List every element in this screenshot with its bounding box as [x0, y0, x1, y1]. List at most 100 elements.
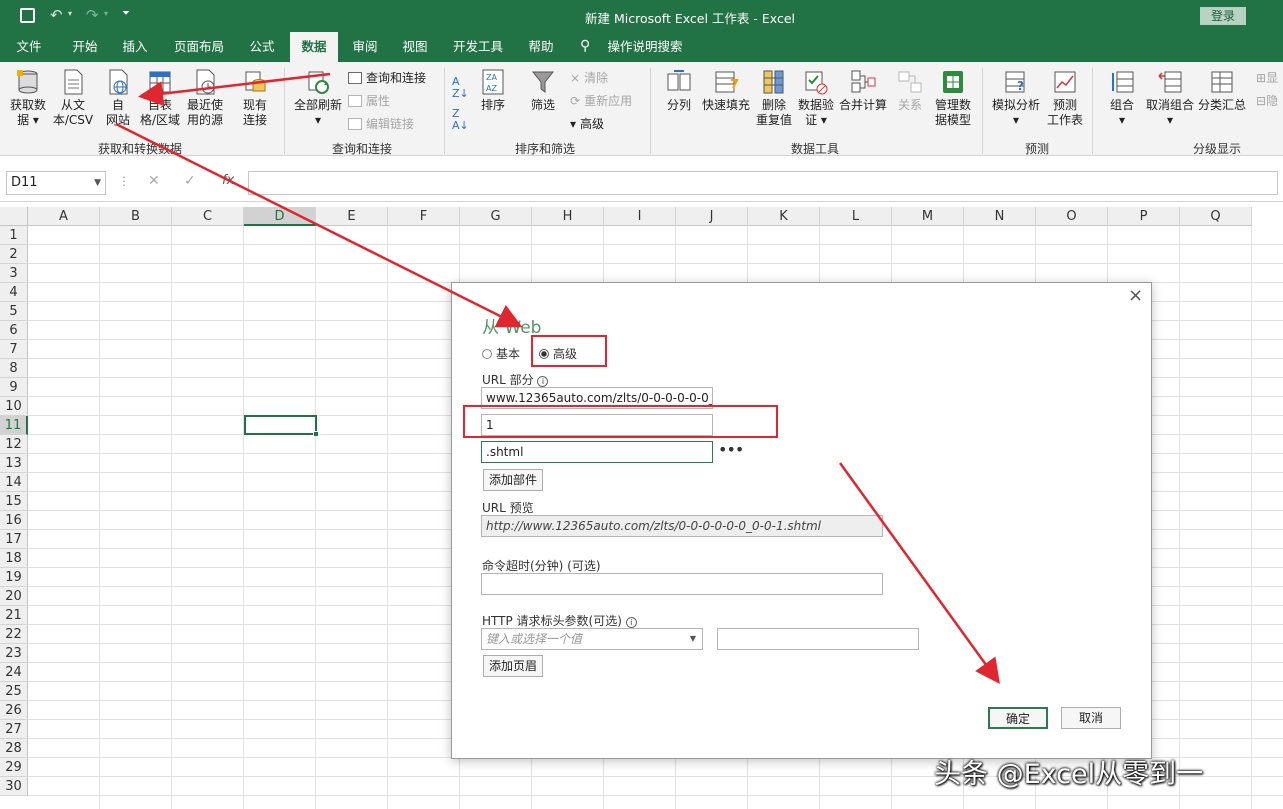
manage-data-model-button[interactable]: 管理数 据模型 — [930, 68, 976, 128]
login-button[interactable]: 登录 — [1200, 7, 1246, 25]
consolidate-button[interactable]: 合并计算 — [836, 68, 890, 113]
column-header-h[interactable]: H — [532, 207, 604, 226]
add-header-button[interactable]: 添加页眉 — [483, 655, 543, 677]
row-header-22[interactable]: 22 — [0, 625, 28, 644]
relationships-button[interactable]: 关系 — [890, 68, 930, 113]
row-header-3[interactable]: 3 — [0, 264, 28, 283]
sort-descending-button[interactable]: Z A↓ — [452, 108, 469, 132]
redo-icon[interactable]: ↷ — [86, 6, 99, 24]
column-header-n[interactable]: N — [964, 207, 1036, 226]
text-to-columns-button[interactable]: 分列 — [660, 68, 698, 113]
row-header-26[interactable]: 26 — [0, 701, 28, 720]
column-header-k[interactable]: K — [748, 207, 820, 226]
show-detail-button[interactable]: ⊞显 — [1256, 70, 1278, 86]
clear-filter-button[interactable]: ⨯ 清除 — [570, 70, 608, 86]
radio-basic[interactable]: 基本 — [482, 345, 520, 362]
row-header-14[interactable]: 14 — [0, 473, 28, 492]
column-header-a[interactable]: A — [28, 207, 100, 226]
row-header-12[interactable]: 12 — [0, 435, 28, 454]
column-header-o[interactable]: O — [1036, 207, 1108, 226]
tab-view[interactable]: 视图 — [392, 32, 438, 62]
from-web-button[interactable]: 自 网站 — [98, 68, 138, 128]
tab-review[interactable]: 审阅 — [342, 32, 388, 62]
flash-fill-button[interactable]: 快速填充 — [700, 68, 752, 113]
url-part-3[interactable]: .shtml — [481, 441, 713, 463]
from-table-range-button[interactable]: 自表 格/区域 — [136, 68, 184, 128]
column-header-l[interactable]: L — [820, 207, 892, 226]
tab-formulas[interactable]: 公式 — [240, 32, 284, 62]
group-button[interactable]: 组合 ▾ — [1104, 68, 1140, 128]
fill-handle[interactable] — [313, 431, 319, 437]
refresh-all-button[interactable]: 全部刷新 ▾ — [290, 68, 346, 128]
row-header-15[interactable]: 15 — [0, 492, 28, 511]
row-header-6[interactable]: 6 — [0, 321, 28, 340]
reapply-button[interactable]: ⟳ 重新应用 — [570, 93, 632, 109]
row-header-28[interactable]: 28 — [0, 739, 28, 758]
redo-dropdown-icon[interactable]: ▾ — [104, 9, 108, 18]
cancel-button[interactable]: 取消 — [1061, 707, 1121, 729]
undo-icon[interactable]: ↶ — [50, 6, 63, 24]
column-header-q[interactable]: Q — [1180, 207, 1252, 226]
from-text-csv-button[interactable]: 从文 本/CSV — [50, 68, 96, 128]
row-header-13[interactable]: 13 — [0, 454, 28, 473]
queries-connections-button[interactable]: 查询和连接 — [348, 70, 426, 86]
row-header-20[interactable]: 20 — [0, 587, 28, 606]
header-name-select[interactable]: 键入或选择一个值 ▼ — [481, 628, 703, 650]
tab-developer[interactable]: 开发工具 — [444, 32, 512, 62]
insert-function-icon[interactable]: fx — [222, 173, 234, 188]
filter-button[interactable]: 筛选 — [524, 68, 562, 113]
tell-me-search[interactable]: 操作说明搜索 — [600, 32, 690, 62]
select-all-corner[interactable] — [0, 207, 28, 226]
sort-ascending-button[interactable]: A Z↓ — [452, 76, 469, 100]
column-header-f[interactable]: F — [388, 207, 460, 226]
forecast-sheet-button[interactable]: 预测 工作表 — [1044, 68, 1086, 128]
row-header-1[interactable]: 1 — [0, 226, 28, 245]
row-header-21[interactable]: 21 — [0, 606, 28, 625]
row-header-27[interactable]: 27 — [0, 720, 28, 739]
row-header-9[interactable]: 9 — [0, 378, 28, 397]
column-header-i[interactable]: I — [604, 207, 676, 226]
name-box[interactable]: D11 ▼ — [6, 171, 106, 195]
advanced-filter-button[interactable]: ▾ 高级 — [570, 116, 604, 132]
column-header-c[interactable]: C — [172, 207, 244, 226]
row-header-23[interactable]: 23 — [0, 644, 28, 663]
selected-cell-d11[interactable] — [244, 415, 317, 435]
edit-links-button[interactable]: 编辑链接 — [348, 116, 414, 132]
row-header-2[interactable]: 2 — [0, 245, 28, 264]
column-header-p[interactable]: P — [1108, 207, 1180, 226]
row-header-10[interactable]: 10 — [0, 397, 28, 416]
column-header-g[interactable]: G — [460, 207, 532, 226]
ungroup-button[interactable]: 取消组合 ▾ — [1142, 68, 1198, 128]
column-header-j[interactable]: J — [676, 207, 748, 226]
tab-insert[interactable]: 插入 — [112, 32, 158, 62]
close-icon[interactable]: × — [1128, 285, 1143, 306]
header-value-input[interactable] — [717, 628, 919, 650]
row-header-25[interactable]: 25 — [0, 682, 28, 701]
row-header-16[interactable]: 16 — [0, 511, 28, 530]
undo-dropdown-icon[interactable]: ▾ — [68, 9, 72, 18]
row-header-7[interactable]: 7 — [0, 340, 28, 359]
customize-toolbar-icon[interactable]: ⏷ — [122, 8, 130, 19]
data-validation-button[interactable]: 数据验 证 ▾ — [796, 68, 836, 128]
confirm-entry-icon[interactable]: ✓ — [184, 173, 196, 189]
hide-detail-button[interactable]: ⊟隐 — [1256, 93, 1278, 109]
tab-help[interactable]: 帮助 — [518, 32, 564, 62]
column-header-m[interactable]: M — [892, 207, 964, 226]
recent-sources-button[interactable]: 最近使 用的源 — [182, 68, 228, 128]
row-header-8[interactable]: 8 — [0, 359, 28, 378]
ok-button[interactable]: 确定 — [988, 707, 1048, 729]
row-header-18[interactable]: 18 — [0, 549, 28, 568]
tab-home[interactable]: 开始 — [62, 32, 108, 62]
save-icon[interactable] — [20, 8, 35, 23]
remove-duplicates-button[interactable]: 删除 重复值 — [754, 68, 794, 128]
column-header-e[interactable]: E — [316, 207, 388, 226]
timeout-input[interactable] — [481, 573, 883, 595]
more-options-icon[interactable]: ••• — [718, 440, 744, 459]
sort-button[interactable]: ZA AZ 排序 — [474, 68, 512, 113]
row-header-30[interactable]: 30 — [0, 777, 28, 796]
column-header-b[interactable]: B — [100, 207, 172, 226]
row-header-24[interactable]: 24 — [0, 663, 28, 682]
row-header-11[interactable]: 11 — [0, 416, 28, 435]
properties-button[interactable]: 属性 — [348, 93, 390, 109]
column-header-d[interactable]: D — [244, 207, 316, 226]
